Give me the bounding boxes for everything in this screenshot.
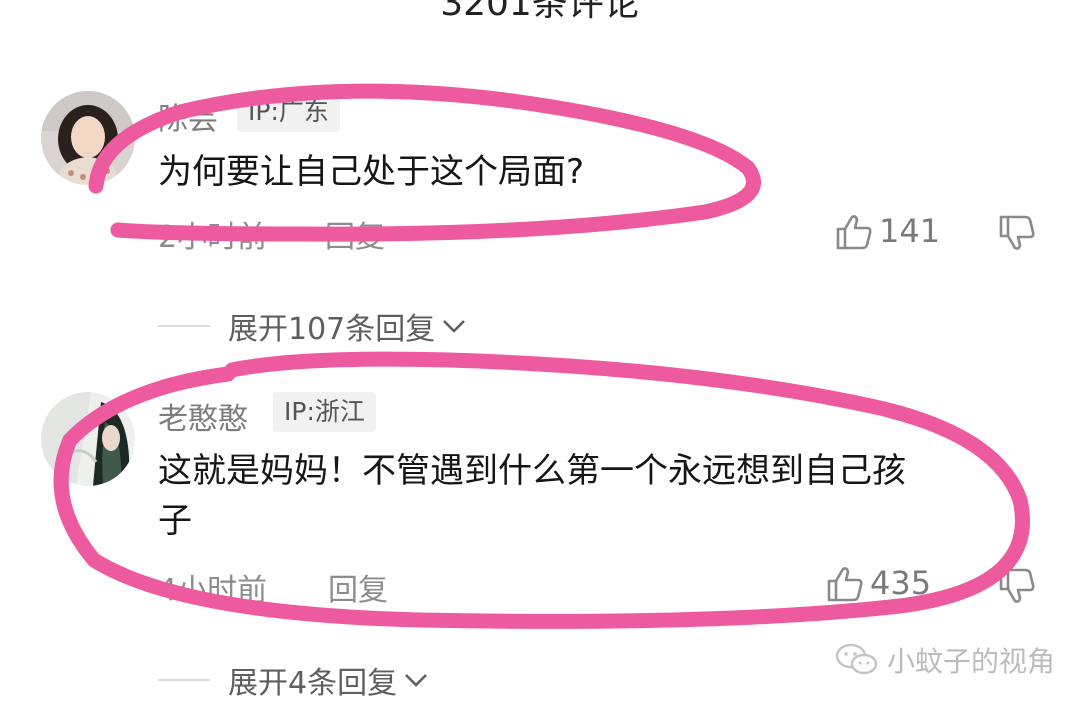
reply-button[interactable]: 回复	[325, 212, 385, 256]
user-avatar-image	[41, 392, 135, 486]
comment-text-line-2: 子	[158, 501, 192, 541]
ip-location-badge: IP:浙江	[273, 392, 376, 432]
divider-line	[158, 325, 210, 327]
ip-location-badge: IP:广东	[237, 92, 340, 132]
username[interactable]: 老憨憨	[158, 394, 248, 438]
username[interactable]: 陈芸	[158, 94, 218, 138]
like-count: 141	[879, 212, 941, 250]
avatar[interactable]	[41, 91, 135, 185]
expand-replies-button[interactable]: 展开4条回复	[158, 658, 429, 702]
reply-button[interactable]: 回复	[328, 565, 388, 609]
wechat-icon	[835, 643, 878, 675]
watermark: 小蚊子的视角	[835, 640, 1055, 680]
thumbs-up-icon[interactable]	[826, 565, 864, 603]
chevron-down-icon	[443, 320, 466, 333]
expand-replies-label: 展开107条回复	[228, 312, 436, 347]
comment-text: 为何要让自己处于这个局面?	[158, 152, 585, 192]
thumbs-up-icon[interactable]	[835, 213, 873, 251]
avatar[interactable]	[41, 392, 135, 486]
divider-line	[158, 679, 210, 681]
comment-count-header: 3201条评论	[440, 0, 640, 24]
thumbs-down-icon[interactable]	[998, 567, 1036, 605]
user-avatar-image	[41, 91, 135, 185]
chevron-down-icon	[405, 674, 428, 687]
comment-timestamp: 4小时前	[158, 573, 268, 608]
expand-replies-label: 展开4条回复	[228, 666, 398, 701]
comment-timestamp: 2小时前	[158, 220, 268, 255]
comment-text-line-1: 这就是妈妈！不管遇到什么第一个永远想到自己孩	[158, 451, 906, 491]
expand-replies-button[interactable]: 展开107条回复	[158, 304, 467, 348]
thumbs-down-icon[interactable]	[998, 214, 1036, 252]
watermark-text: 小蚊子的视角	[887, 645, 1056, 678]
like-count: 435	[870, 564, 932, 602]
